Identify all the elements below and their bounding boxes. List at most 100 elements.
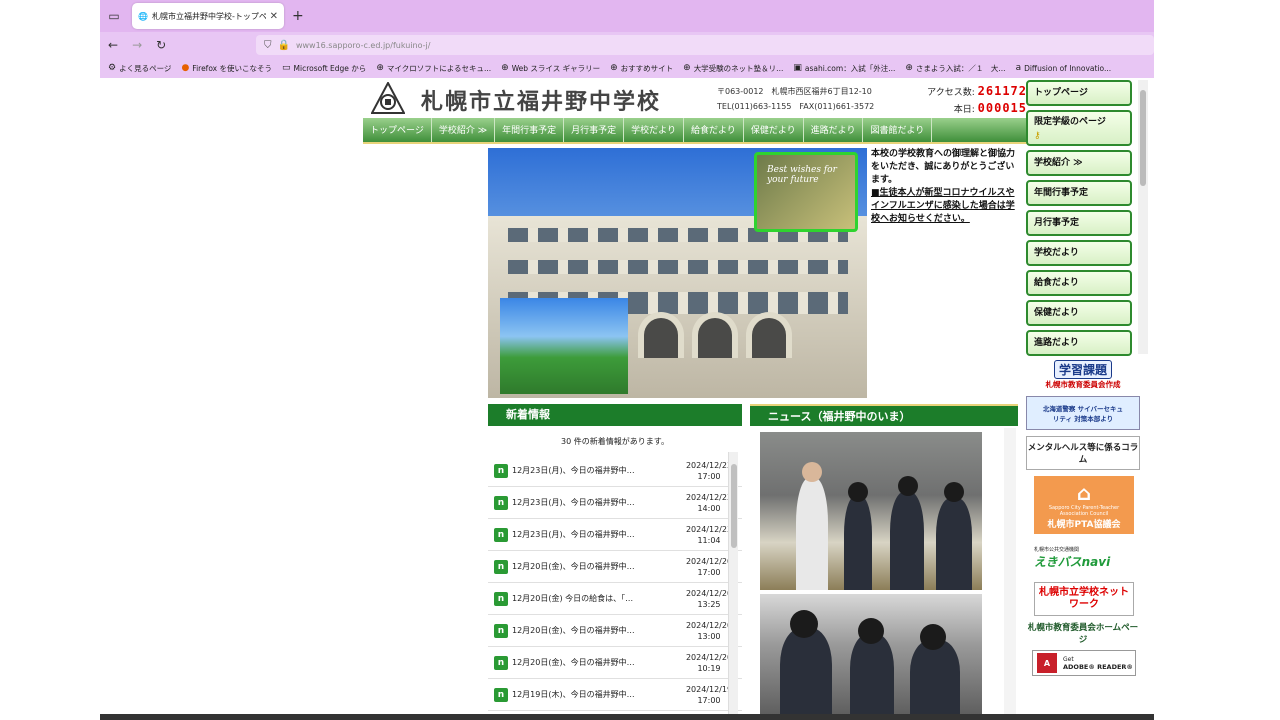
news-title[interactable]: 12月23日(月)、今日の福井野中… [512, 465, 672, 476]
close-tab-icon[interactable]: ✕ [270, 11, 278, 22]
news-title[interactable]: 12月20日(金) 今日の給食は、「… [512, 593, 672, 604]
gnav-about[interactable]: 学校紹介 ≫ [432, 118, 496, 142]
bus-text: えきバスnavi [1034, 555, 1111, 569]
browser-window: ▭ 🌐 札幌市立福井野中学校-トップペ- ✕ + ← → ↻ ⛉ 🔒 www16… [100, 0, 1154, 720]
news-photo[interactable] [760, 594, 982, 720]
pta-english: Sapporo City Parent-Teacher Association … [1048, 504, 1120, 517]
list-item[interactable]: n 12月23日(月)、今日の福井野中… 2024/12/23 11:04 [488, 519, 742, 551]
arch [638, 312, 684, 358]
pta-banner[interactable]: ⌂ Sapporo City Parent-Teacher Associatio… [1034, 476, 1134, 534]
sidebar-top[interactable]: トップページ [1026, 80, 1132, 106]
board-banner[interactable]: 札幌市教育委員会ホームページ [1026, 622, 1140, 645]
study-banner[interactable]: 学習課題 札幌市教育委員会作成 [1026, 360, 1140, 390]
sidebar-monthly[interactable]: 月行事予定 [1026, 210, 1132, 236]
list-item[interactable]: n 12月23日(月)、今日の福井野中… 2024/12/23 14:00 [488, 487, 742, 519]
head [944, 482, 964, 502]
bookmark-item[interactable]: ⊕ 大学受験のネット塾＆リ... [683, 63, 783, 74]
cyber-banner[interactable]: 北海道警察 サイバーセキュリティ 対策本部より [1026, 396, 1140, 430]
gnav-lunch[interactable]: 給食だより [684, 118, 744, 142]
date: 2024/12/20 [685, 588, 733, 598]
bookmark-label: よく見るページ [119, 63, 172, 73]
url-bar[interactable]: ⛉ 🔒 www16.sapporo-c.ed.jp/fukuino-j/ [256, 35, 1154, 55]
bookmark-item[interactable]: a Diffusion of Innovatio... [1016, 63, 1112, 73]
hero-image: Best wishes for your future [488, 148, 867, 398]
adobe-banner[interactable]: A Get ADOBE® READER® [1032, 650, 1136, 676]
sidebar-health[interactable]: 保健だより [1026, 300, 1132, 326]
sidebar-career[interactable]: 進路だより [1026, 330, 1132, 356]
news-title[interactable]: 12月20日(金)、今日の福井野中… [512, 657, 672, 668]
list-item[interactable]: n 12月20日(金)、今日の福井野中… 2024/12/20 17:00 [488, 551, 742, 583]
bookmarks-bar: ⚙ よく見るページ ● Firefox を使いこなそう ▭ Microsoft Edg… [100, 58, 1154, 78]
globe-icon: ⊕ [610, 63, 618, 73]
globe-icon: ⊕ [501, 63, 509, 73]
key-icon: ⚷ [1034, 131, 1041, 141]
intro-greeting: 本校の学校教育への御理解と御協力をいただき、誠にありがとうございます。 [871, 149, 1016, 185]
tab-list-icon[interactable]: ▭ [100, 0, 128, 32]
sidebar-lunch[interactable]: 給食だより [1026, 270, 1132, 296]
gear-icon: ⚙ [108, 63, 117, 73]
gnav-monthly[interactable]: 月行事予定 [564, 118, 625, 142]
sidebar-newsletter[interactable]: 学校だより [1026, 240, 1132, 266]
scroll-thumb[interactable] [731, 464, 737, 548]
global-nav: トップページ 学校紹介 ≫ 年間行事予定 月行事予定 学校だより 給食だより 保… [363, 118, 1027, 144]
tab-active[interactable]: 🌐 札幌市立福井野中学校-トップペ- ✕ [132, 3, 284, 29]
school-address: 〒063-0012 札幌市西区福井6丁目12-10 TEL(011)663-11… [717, 84, 874, 114]
bookmark-item[interactable]: ⊕ おすすめサイト [610, 63, 673, 74]
news-title[interactable]: 12月20日(金)、今日の福井野中… [512, 625, 672, 636]
bookmark-item[interactable]: ⊕ マイクロソフトによるセキュ... [376, 63, 491, 74]
bookmark-item[interactable]: ▣ asahi.com：入試「外注... [793, 63, 895, 74]
sidebar-about[interactable]: 学校紹介 ≫ [1026, 150, 1132, 176]
bookmark-item[interactable]: ▭ Microsoft Edge から [282, 63, 366, 74]
board-text: 札幌市教育委員会ホームページ [1027, 623, 1139, 645]
scroll-thumb[interactable] [1140, 90, 1146, 186]
url-text[interactable]: www16.sapporo-c.ed.jp/fukuino-j/ [296, 41, 430, 50]
reload-icon[interactable]: ↻ [156, 38, 166, 52]
list-item[interactable]: n 12月20日(金)、今日の福井野中… 2024/12/20 10:19 [488, 647, 742, 679]
gnav-annual[interactable]: 年間行事予定 [495, 118, 565, 142]
gnav-library[interactable]: 図書館だより [863, 118, 933, 142]
bookmark-item[interactable]: ● Firefox を使いこなそう [181, 63, 272, 74]
news-heading: 新着情報 [488, 404, 742, 426]
bookmark-label: おすすめサイト [620, 63, 674, 73]
sidebar-scrollbar[interactable] [1138, 80, 1148, 354]
news-title[interactable]: 12月23日(月)、今日の福井野中… [512, 497, 672, 508]
news-title[interactable]: 12月19日(木)、今日の福井野中… [512, 689, 672, 700]
back-icon[interactable]: ← [108, 38, 118, 52]
news-scrollbar[interactable] [728, 452, 738, 720]
shield-icon[interactable]: ⛉ [264, 40, 272, 51]
gnav-top[interactable]: トップページ [363, 118, 432, 142]
news-photo[interactable] [760, 432, 982, 590]
sidebar-limited[interactable]: 限定学級のページ ⚷ [1026, 110, 1132, 146]
globe-icon: ⊕ [905, 63, 913, 73]
list-item[interactable]: n 12月20日(金) 今日の給食は、「… 2024/12/20 13:25 [488, 583, 742, 615]
bookmark-label: Firefox を使いこなそう [192, 63, 273, 73]
network-banner[interactable]: 札幌市立学校ネットワーク [1034, 582, 1134, 616]
list-item[interactable]: n 12月23日(月)、今日の福井野中… 2024/12/23 17:00 [488, 455, 742, 487]
mental-text: メンタルヘルス等に係るコラム [1027, 443, 1139, 465]
time: 11:04 [697, 535, 721, 545]
time: 17:00 [697, 567, 721, 577]
bookmark-item[interactable]: ⊕ Web スライス ギャラリー [501, 63, 600, 74]
news-now-scrollbar[interactable] [1004, 428, 1016, 720]
gnav-health[interactable]: 保健だより [744, 118, 804, 142]
forward-icon[interactable]: → [132, 38, 142, 52]
list-item[interactable]: n 12月20日(金)、今日の福井野中… 2024/12/20 13:00 [488, 615, 742, 647]
list-item[interactable]: n 12月19日(木)、今日の福井野中… 2024/12/19 17:00 [488, 679, 742, 711]
lock-icon[interactable]: 🔒 [278, 40, 290, 51]
date: 2024/12/23 [685, 524, 733, 534]
bookmark-label: asahi.com：入試「外注... [804, 63, 896, 73]
sidebar-annual[interactable]: 年間行事予定 [1026, 180, 1132, 206]
news-title[interactable]: 12月23日(月)、今日の福井野中… [512, 529, 672, 540]
new-tab-icon[interactable]: + [292, 8, 304, 24]
school-name[interactable]: 札幌市立福井野中学校 [421, 84, 661, 116]
gnav-newsletter[interactable]: 学校だより [624, 118, 684, 142]
gnav-career[interactable]: 進路だより [804, 118, 864, 142]
news-title[interactable]: 12月20日(金)、今日の福井野中… [512, 561, 672, 572]
intro-notice-link[interactable]: ■生徒本人が新型コロナウイルスやインフルエンザに感染した場合は学校へお知らせくだ… [871, 187, 1021, 226]
bookmark-label: さまよう入試：／１ 大... [915, 63, 1006, 73]
mental-banner[interactable]: メンタルヘルス等に係るコラム [1026, 436, 1140, 470]
bus-banner[interactable]: 札幌市公共交通機関 えきバスnavi [1026, 540, 1140, 576]
bookmark-item[interactable]: ⚙ よく見るページ [108, 63, 171, 74]
adobe-text: ADOBE® READER® [1063, 662, 1133, 671]
bookmark-item[interactable]: ⊕ さまよう入試：／１ 大... [905, 63, 1005, 74]
